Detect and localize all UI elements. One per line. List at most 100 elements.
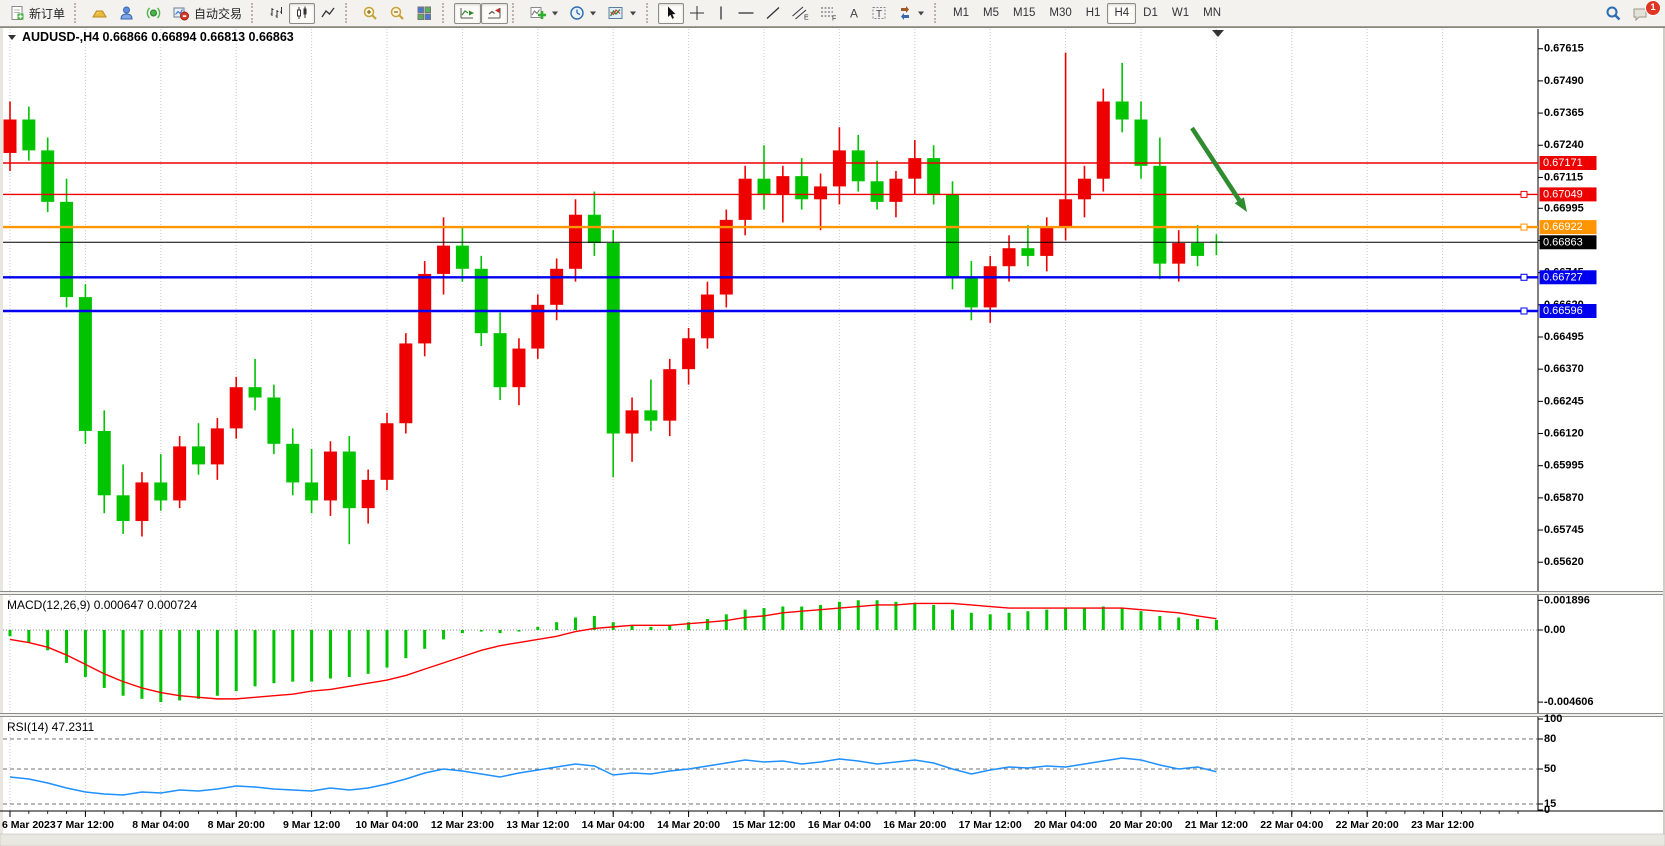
- candle-body: [79, 297, 92, 431]
- line-handle[interactable]: [1521, 224, 1527, 230]
- timeframe-label: M15: [1013, 7, 1035, 19]
- macd-bar: [442, 630, 445, 639]
- macd-bar: [480, 630, 483, 632]
- macd-bar: [781, 607, 784, 630]
- navigator-button[interactable]: [113, 3, 140, 24]
- candle-body: [117, 495, 130, 521]
- line-handle[interactable]: [1521, 308, 1527, 314]
- macd-bar: [763, 608, 766, 630]
- time-axis-label: 10 Mar 04:00: [355, 819, 418, 831]
- text-label-tool-button[interactable]: T: [866, 3, 892, 24]
- chevron-down-icon: [589, 9, 597, 17]
- svg-text:E: E: [804, 15, 809, 22]
- macd-bar: [970, 613, 973, 630]
- macd-bar: [291, 630, 294, 682]
- macd-bar: [932, 605, 935, 630]
- timeframe-m1-button[interactable]: M1: [946, 3, 976, 24]
- timeframe-m30-button[interactable]: M30: [1042, 3, 1078, 24]
- arrows-tool-button[interactable]: [892, 3, 930, 24]
- candle-body: [814, 186, 827, 199]
- candle-body: [1040, 228, 1053, 256]
- price-tick-label: 0.66245: [1544, 395, 1584, 407]
- template-button[interactable]: [602, 3, 642, 24]
- timeframe-label: M30: [1049, 7, 1071, 19]
- candle-body: [701, 295, 714, 339]
- toolbar-separator: [934, 3, 942, 23]
- trendline-tool-button[interactable]: [760, 3, 786, 24]
- toolbar-separator: [251, 3, 259, 23]
- horizontal-line-tool-button[interactable]: [732, 3, 760, 24]
- macd-bar: [65, 630, 68, 663]
- cursor-tool-button[interactable]: [658, 3, 684, 24]
- candle-body: [569, 215, 582, 269]
- line-handle[interactable]: [1521, 191, 1527, 197]
- macd-bar: [1215, 620, 1218, 630]
- candle-body: [852, 150, 865, 181]
- fibonacci-tool-button[interactable]: F: [814, 3, 842, 24]
- macd-bar: [725, 614, 728, 630]
- candle-body: [192, 446, 205, 464]
- channel-tool-button[interactable]: E: [786, 3, 814, 24]
- price-tick-label: 0.66370: [1544, 363, 1584, 375]
- chevron-down-icon: [629, 9, 637, 17]
- candle-body: [512, 349, 525, 388]
- macd-bar: [668, 625, 671, 630]
- macd-bar: [857, 600, 860, 630]
- window-left-edge: [0, 27, 3, 846]
- price-tick-label: 0.67240: [1544, 139, 1584, 151]
- timeframe-w1-button[interactable]: W1: [1165, 3, 1196, 24]
- tile-windows-button[interactable]: [411, 3, 438, 24]
- candle-body: [173, 446, 186, 500]
- new-order-button[interactable]: 新订单: [4, 3, 70, 24]
- equidistant-channel-icon: E: [791, 5, 809, 21]
- crosshair-tool-button[interactable]: [684, 3, 710, 24]
- vertical-line-tool-button[interactable]: [710, 3, 732, 24]
- svg-text:F: F: [832, 16, 836, 22]
- line-handle[interactable]: [1521, 274, 1527, 280]
- timeframe-m5-button[interactable]: M5: [976, 3, 1006, 24]
- template-icon: [607, 5, 625, 21]
- macd-bar: [536, 627, 539, 630]
- price-label-text: 0.66863: [1543, 236, 1583, 248]
- price-tick-label: 0.65870: [1544, 492, 1584, 504]
- auto-scroll-button[interactable]: [454, 3, 481, 24]
- timeframe-mn-button[interactable]: MN: [1196, 3, 1228, 24]
- signal-button[interactable]: [140, 3, 167, 24]
- zoom-out-button[interactable]: [384, 3, 411, 24]
- zoom-in-button[interactable]: [357, 3, 384, 24]
- candle-body: [249, 387, 262, 397]
- text-tool-button[interactable]: A: [842, 3, 866, 24]
- timeframe-d1-button[interactable]: D1: [1136, 3, 1165, 24]
- time-axis-label: 9 Mar 12:00: [283, 819, 340, 831]
- bar-chart-button[interactable]: [263, 3, 289, 24]
- search-button[interactable]: [1600, 3, 1627, 24]
- candle-body: [362, 480, 375, 508]
- candlestick-chart-button[interactable]: [289, 3, 315, 24]
- rsi-axis-label: 80: [1544, 733, 1556, 745]
- line-chart-button[interactable]: [315, 3, 341, 24]
- timeframe-h1-button[interactable]: H1: [1079, 3, 1108, 24]
- price-tick-label: 0.67115: [1544, 171, 1583, 183]
- chart-background: [0, 27, 1665, 846]
- autotrading-button[interactable]: 自动交易: [167, 3, 247, 24]
- period-button[interactable]: [564, 3, 602, 24]
- add-indicator-button[interactable]: [524, 3, 564, 24]
- macd-bar: [84, 630, 87, 677]
- macd-bar: [235, 630, 238, 691]
- timeframe-m15-button[interactable]: M15: [1006, 3, 1042, 24]
- macd-bar: [989, 614, 992, 630]
- candlestick-chart-icon: [294, 5, 310, 21]
- timeframe-h4-button[interactable]: H4: [1107, 3, 1136, 24]
- macd-bar: [1045, 610, 1048, 630]
- macd-bar: [9, 630, 12, 636]
- notifications-button[interactable]: 1: [1627, 3, 1655, 24]
- macd-bar: [1008, 613, 1011, 630]
- bar-chart-icon: [268, 5, 284, 21]
- chevron-down-icon: [551, 9, 559, 17]
- chart-shift-button[interactable]: [481, 3, 508, 24]
- gold-tool-button[interactable]: [86, 3, 113, 24]
- price-tick-label: 0.66495: [1544, 331, 1584, 343]
- chart-canvas[interactable]: 0.676150.674900.673650.672400.671150.669…: [0, 0, 1665, 846]
- candle-body: [399, 343, 412, 423]
- signal-icon: [145, 5, 162, 21]
